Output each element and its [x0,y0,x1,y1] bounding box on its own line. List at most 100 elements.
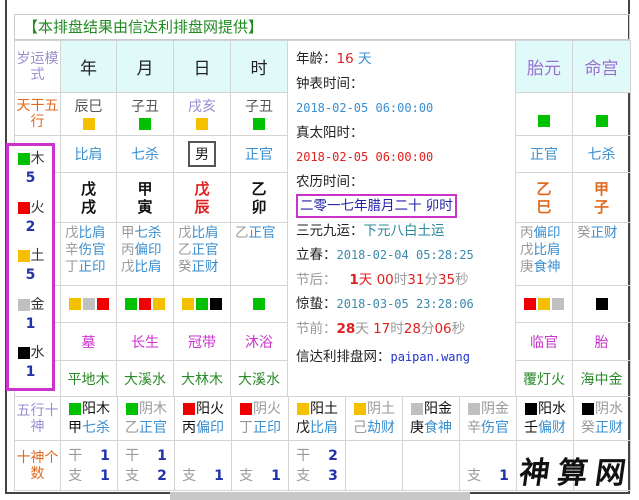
yun-value: 下元八白土运 [363,222,445,239]
hidden-stems-cell: 乙正官 [230,222,288,286]
nayin-cell: 海中金 [572,360,631,397]
god-count-cell: 支1 [459,440,517,491]
hidden-stems-cell: 戊比肩 乙正官 癸正财 [173,222,231,286]
site-label: 信达利排盘网： [296,349,391,365]
hidden-stems-cell: 癸正财 [572,222,631,286]
element-3: 金1 [9,292,52,341]
lichun-value: 2018-02-04 05:28:25 [336,248,474,262]
wuxing-god-cell: 阳金 庚食神 [402,396,460,441]
clock-value: 2018-02-05 06:00:00 [296,101,434,115]
changsheng-cell: 临官 [515,322,573,361]
element-swatch [552,298,564,310]
nayin-cell: 覆灯火 [515,360,573,397]
kongwang-cell [572,92,631,136]
element-swatch [210,298,222,310]
element-swatch [68,298,81,310]
ganzhi-cell: 乙卯 [230,172,288,223]
lichun-label: 立春： [296,247,337,263]
bottom-scroll-strip [170,492,470,500]
kongwang-cell: 辰巳 [60,92,117,136]
ganzhi-cell: 甲寅 [116,172,174,223]
nayin-cell: 平地木 [60,360,117,397]
element-swatch [524,298,536,310]
yun-label: 三元九运： [296,222,364,239]
element-swatch [125,298,137,310]
kongwang-cell: 戌亥 [173,92,231,136]
element-4: 水1 [9,340,52,389]
wuxing-god-cell: 阳火 丙偏印 [174,396,232,441]
site-link[interactable]: paipan.wang [391,350,470,364]
age-value: 16 [336,51,354,67]
nayin-cell: 大林木 [173,360,231,397]
hidden-stems-cell: 丙偏印 戊比肩 庚食神 [515,222,573,286]
element-colors-cell [116,285,174,323]
element-2: 土5 [9,243,52,292]
element-swatch [153,298,165,310]
element-colors-cell [230,285,288,323]
col-year: 年 [60,40,117,93]
god-count-cell [345,440,403,491]
wuxing-god-cell: 阳木 甲七杀 [60,396,118,441]
ganzhi-cell: 甲子 [572,172,631,223]
kongwang-cell: 子丑 [116,92,174,136]
element-swatch [595,298,608,310]
wuxing-god-cell: 阳土 戊比肩 [288,396,346,441]
element-1: 火2 [9,195,52,244]
element-colors-cell [515,285,573,323]
element-colors-cell [572,285,631,323]
jingzhe-label: 惊蛰： [296,296,337,312]
god-count-cell: 支1 [231,440,289,491]
wuxing-god-cell: 阴水 癸正财 [573,396,631,441]
clock-label: 钟表时间： [296,75,364,92]
element-swatch [139,298,151,310]
kongwang-cell: 子丑 [230,92,288,136]
element-0: 木5 [9,146,52,195]
changsheng-cell: 冠带 [173,322,231,361]
col-taiyuan: 胎元 [515,40,573,93]
lunar-value: 二零一七年腊月二十 卯时 [296,194,457,218]
god-count-cell: 干1支2 [117,440,175,491]
age-unit: 天 [357,51,372,67]
changsheng-cell: 墓 [60,322,117,361]
col-hour: 时 [230,40,288,93]
ganzhi-cell: 戊戌 [60,172,117,223]
changsheng-cell: 沐浴 [230,322,288,361]
wuxing-god-cell: 阴金 辛伤官 [459,396,517,441]
wuxing-god-cell: 阴土 己劫财 [345,396,403,441]
kongwang-cell [515,92,573,136]
god-count-cell [402,440,460,491]
element-swatch [182,298,194,310]
god-count-cell: 干2支3 [288,440,346,491]
hidden-stems-cell: 甲七杀 丙偏印 戊比肩 [116,222,174,286]
element-colors-cell [173,285,231,323]
lunar-label: 农历时间： [296,173,364,190]
bazi-table: 岁运模式 年 月 日 时 年龄：16 天 钟表时间： 2018-02-05 06… [14,40,631,397]
god-count-cell: 干1支1 [60,440,118,491]
shishen-cell: 男 [173,135,231,173]
element-swatch [96,298,109,310]
element-swatch [538,298,550,310]
age-label: 年龄： [296,51,337,67]
element-swatch [253,298,265,310]
nayin-cell: 大溪水 [116,360,174,397]
col-month: 月 [116,40,174,93]
after-term: 节后： 1天 00时31分35秒 [296,271,469,288]
tiangan-wuxing-label: 天干五行 [14,92,61,136]
info-panel: 年龄：16 天 钟表时间： 2018-02-05 06:00:00 真太阳时： … [287,40,516,397]
changsheng-cell: 胎 [572,322,631,361]
shishen-cell: 正官 [515,135,573,173]
solar-label: 真太阳时： [296,124,364,141]
shishen-cell: 七杀 [116,135,174,173]
nayin-cell: 大溪水 [230,360,288,397]
gender-badge: 男 [188,141,216,167]
before-term: 节前：28天 17时28分06秒 [296,320,466,337]
shishen-cell: 比肩 [60,135,117,173]
col-day: 日 [173,40,231,93]
bazi-page: 【本排盘结果由信达利排盘网提供】 岁运模式 年 月 日 时 年龄：16 天 钟表… [0,0,639,500]
element-colors-cell [60,285,117,323]
shishen-cell: 七杀 [572,135,631,173]
page-title: 【本排盘结果由信达利排盘网提供】 [14,14,630,40]
solar-value: 2018-02-05 06:00:00 [296,150,434,164]
mode-label: 岁运模式 [14,40,61,93]
changsheng-cell: 长生 [116,322,174,361]
